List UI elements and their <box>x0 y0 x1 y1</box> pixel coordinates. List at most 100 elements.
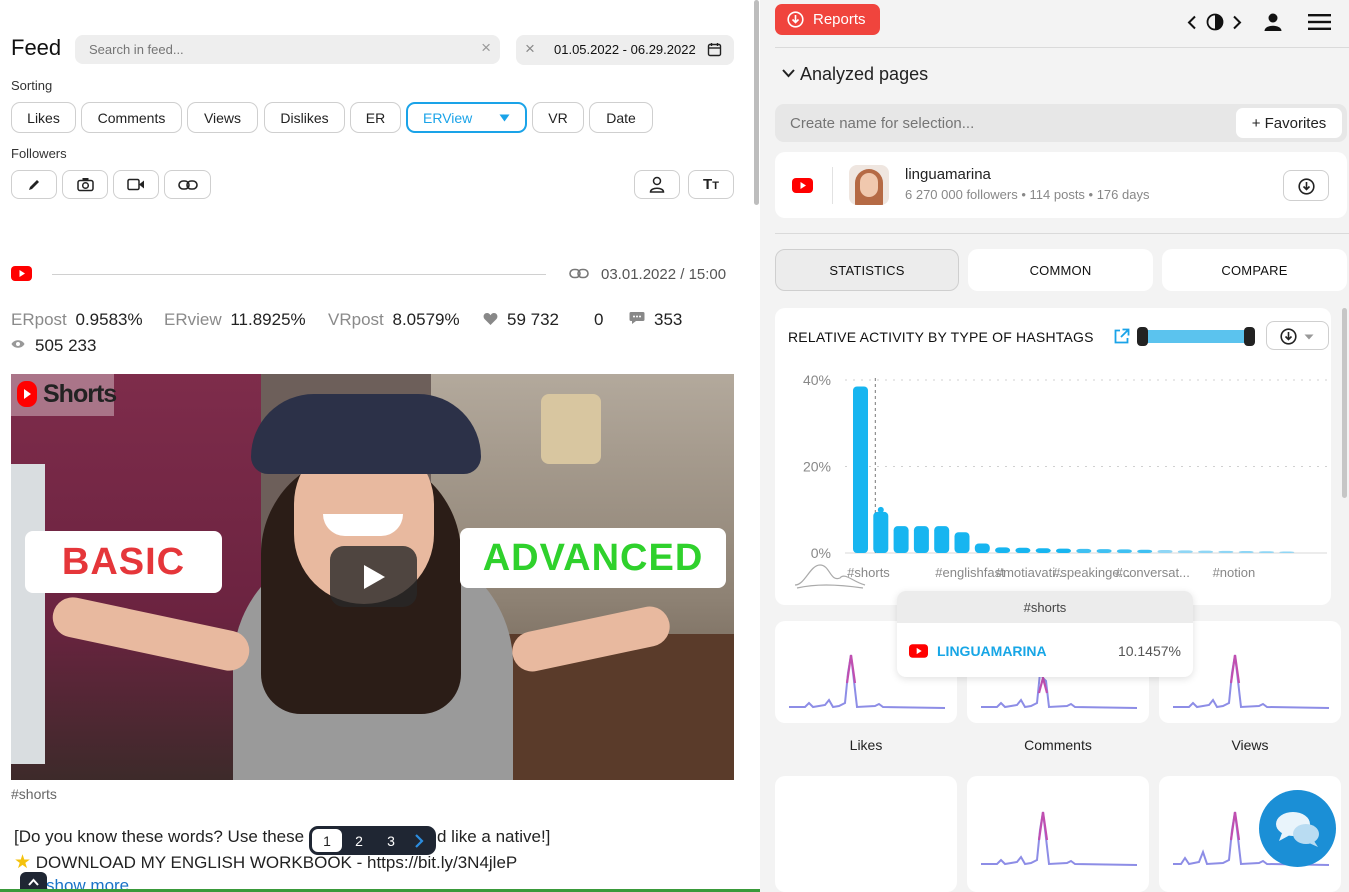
chart-bar <box>1259 551 1274 553</box>
followers-label: Followers <box>11 146 67 161</box>
download-circle-icon <box>787 11 804 28</box>
date-range-picker[interactable]: × 01.05.2022 - 06.29.2022 <box>516 35 734 65</box>
play-button[interactable] <box>330 546 417 607</box>
erpost-value: 0.9583% <box>75 310 143 329</box>
camera-icon <box>76 178 94 192</box>
range-slider-track[interactable] <box>1137 330 1250 343</box>
chart-bar <box>934 526 950 553</box>
chart-bar <box>1116 549 1132 553</box>
sort-views-button[interactable]: Views <box>187 102 258 133</box>
text-size-button[interactable]: TT <box>688 170 734 199</box>
sort-comments-button[interactable]: Comments <box>81 102 182 133</box>
thumb-window <box>11 464 45 764</box>
page-2-button[interactable]: 2 <box>349 830 369 851</box>
likes-count: 59 732 <box>507 310 559 329</box>
user-icon[interactable] <box>1263 12 1283 32</box>
thumb-award <box>541 394 601 464</box>
sort-dislikes-button[interactable]: Dislikes <box>264 102 345 133</box>
sort-erview-button[interactable]: ERView <box>406 102 527 133</box>
basic-caption: BASIC <box>61 540 186 583</box>
range-slider-left-handle[interactable] <box>1137 327 1148 346</box>
pagination: 1 2 3 <box>309 826 436 855</box>
chat-button[interactable] <box>1259 790 1336 867</box>
chart-bar <box>1035 548 1051 553</box>
selection-name-input[interactable] <box>790 113 1220 133</box>
reports-label: Reports <box>813 11 866 28</box>
avatar-face <box>860 173 878 197</box>
chevron-down-icon[interactable] <box>782 69 795 78</box>
sort-er-button[interactable]: ER <box>350 102 401 133</box>
thumb-smile <box>323 514 403 536</box>
chart-bar <box>1198 550 1214 553</box>
chart-bar <box>873 511 889 553</box>
filter-photo-button[interactable] <box>62 170 108 199</box>
caret-down-icon <box>499 114 510 122</box>
chart-bar <box>893 526 909 553</box>
chat-bubbles-icon <box>1276 812 1319 847</box>
chart-title: RELATIVE ACTIVITY BY TYPE OF HASHTAGS <box>788 329 1094 345</box>
page-1-button[interactable]: 1 <box>312 829 342 852</box>
account-divider <box>832 167 833 204</box>
y-tick-label: 40% <box>803 372 831 388</box>
sort-erview-label: ERView <box>423 110 473 126</box>
account-card[interactable]: linguamarina 6 270 000 followers • 114 p… <box>775 152 1347 218</box>
tab-compare[interactable]: COMPARE <box>1162 249 1347 291</box>
user-filter-button[interactable] <box>634 170 680 199</box>
chart-bar <box>853 386 868 553</box>
chevron-up-icon <box>28 878 39 886</box>
calendar-icon[interactable] <box>707 42 722 57</box>
page-3-button[interactable]: 3 <box>381 830 401 851</box>
search-input[interactable] <box>89 40 459 59</box>
sort-likes-button[interactable]: Likes <box>11 102 76 133</box>
hamburger-menu-icon[interactable] <box>1308 13 1331 31</box>
account-name[interactable]: linguamarina <box>905 166 991 183</box>
y-tick-label: 20% <box>803 459 831 475</box>
range-slider-right-handle[interactable] <box>1244 327 1255 346</box>
erview-metric: ERview 11.8925% <box>164 310 306 330</box>
favorites-button[interactable]: + Favorites <box>1236 108 1342 138</box>
chart-bar <box>1015 547 1031 553</box>
sort-vr-button[interactable]: VR <box>532 102 584 133</box>
hashtag-chart-card: RELATIVE ACTIVITY BY TYPE OF HASHTAGS 40… <box>775 308 1331 605</box>
chart-download-menu[interactable] <box>1266 321 1329 350</box>
tab-common[interactable]: COMMON <box>968 249 1153 291</box>
filter-link-button[interactable] <box>164 170 211 199</box>
feed-scrollbar[interactable] <box>754 0 759 205</box>
tab-statistics[interactable]: STATISTICS <box>775 249 959 291</box>
chart-bar <box>974 543 990 553</box>
vrpost-label: VRpost <box>328 310 384 329</box>
external-link-icon[interactable] <box>1113 328 1130 345</box>
chart-bar <box>1056 548 1071 553</box>
sparkline-card-5 <box>967 776 1149 892</box>
analytics-scrollbar[interactable] <box>1342 308 1347 498</box>
advanced-caption: ADVANCED <box>482 536 704 579</box>
post-link-icon[interactable] <box>569 267 589 280</box>
chevron-right-icon[interactable] <box>1232 15 1242 30</box>
chevron-left-icon[interactable] <box>1187 15 1197 30</box>
account-stats: 6 270 000 followers • 114 posts • 176 da… <box>905 187 1150 202</box>
chart-bar <box>1096 549 1112 553</box>
y-tick-label: 0% <box>811 545 831 561</box>
sort-date-button[interactable]: Date <box>589 102 653 133</box>
clear-search-icon[interactable]: × <box>481 38 491 58</box>
header-divider <box>775 47 1349 48</box>
eye-icon <box>11 340 25 348</box>
post-hashtag[interactable]: #shorts <box>11 786 57 802</box>
next-page-icon[interactable] <box>414 834 424 848</box>
sorting-label: Sorting <box>11 78 53 93</box>
filter-video-button[interactable] <box>113 170 159 199</box>
video-thumbnail[interactable]: Shorts BASIC ADVANCED <box>11 374 734 780</box>
filter-text-button[interactable] <box>11 170 57 199</box>
tooltip-account: LINGUAMARINA <box>937 643 1047 659</box>
tooltip-value: 10.1457% <box>1117 643 1181 659</box>
search-box[interactable]: × <box>75 35 500 64</box>
clear-date-icon[interactable]: × <box>525 39 535 59</box>
selection-name-box[interactable]: + Favorites <box>775 104 1347 142</box>
post-metrics-row: ERpost 0.9583% <box>11 310 143 330</box>
description-line-1: [Do you know these words? Use these <box>14 827 304 847</box>
contrast-icon[interactable] <box>1206 13 1224 31</box>
reports-button[interactable]: Reports <box>775 4 880 35</box>
account-download-button[interactable] <box>1283 170 1329 201</box>
text-size-icon: TT <box>703 176 719 193</box>
vrpost-value: 8.0579% <box>392 310 460 329</box>
